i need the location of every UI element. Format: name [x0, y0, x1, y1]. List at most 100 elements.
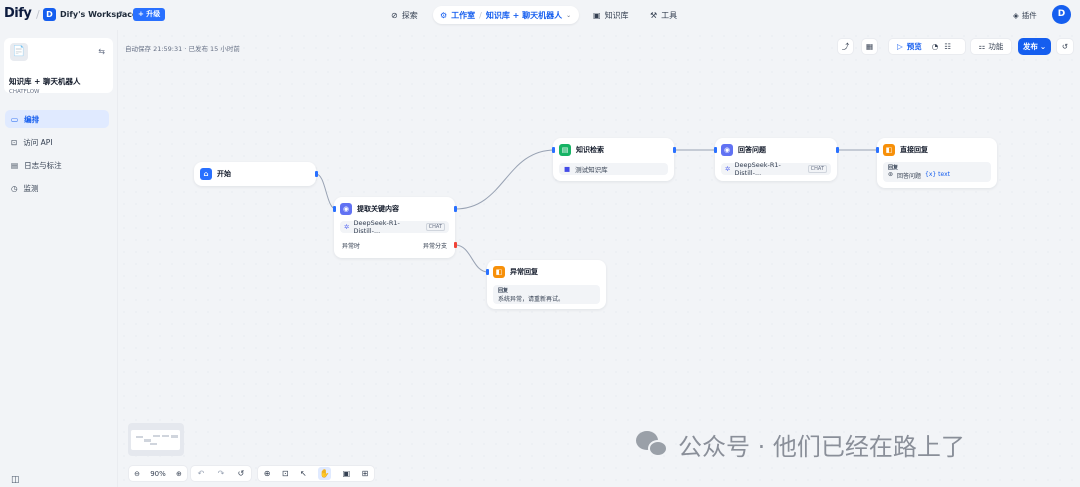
pointer-icon[interactable]: ↖	[300, 469, 307, 478]
export-image-icon[interactable]: ▣	[343, 469, 351, 478]
node-answer-question[interactable]: ◉ 回答问题 ✲ DeepSeek-R1-Distill-... CHAT	[715, 138, 837, 181]
node-title: 直接回复	[900, 146, 928, 154]
nav-tools[interactable]: ⚒ 工具	[650, 8, 677, 22]
history-run-icon[interactable]: ◔	[932, 42, 939, 51]
features-label: 功能	[988, 42, 1004, 51]
nav-explore[interactable]: ⊘ 探索	[391, 8, 418, 22]
zoom-out-icon[interactable]: ⊖	[134, 470, 140, 478]
import-icon[interactable]: ⤴	[837, 38, 854, 55]
output-handle[interactable]	[836, 147, 839, 153]
watermark-text: 公众号 · 他们已经在路上了	[678, 433, 965, 461]
zoom-in-icon[interactable]: ⊕	[176, 470, 182, 478]
sidebar-item-monitor[interactable]: ◷ 监测	[5, 179, 109, 197]
sidebar-item-orchestrate[interactable]: ▭ 编排	[5, 110, 109, 128]
api-icon: ⊡	[11, 137, 18, 147]
node-extract[interactable]: ◉ 提取关键内容 ✲ DeepSeek-R1-Distill-... CHAT …	[334, 197, 455, 258]
llm-ref-icon: ⊛	[888, 171, 894, 178]
features-icon: ⚏	[978, 42, 986, 51]
minimap[interactable]	[128, 423, 184, 456]
hand-icon[interactable]: ✋	[318, 467, 332, 480]
redo-icon[interactable]: ↷	[218, 469, 225, 478]
model-tag: CHAT	[425, 223, 445, 231]
node-title: 回答问题	[738, 146, 766, 154]
history-icon[interactable]: ↺	[1056, 38, 1074, 55]
minimap-node	[150, 443, 157, 445]
workspace-name[interactable]: Dify's Workspace	[60, 10, 137, 19]
sidebar-item-logs[interactable]: ▤ 日志与标注	[5, 156, 109, 174]
input-handle[interactable]	[486, 269, 489, 275]
reply-ref: ⊛ 回答问题 {x} text	[888, 171, 950, 180]
preview-group: ▷ 预览 ◔ ☷	[888, 38, 966, 55]
dataset-row: ■ 测试知识库	[559, 163, 668, 175]
features-button[interactable]: ⚏ 功能	[970, 38, 1012, 55]
app-crumb[interactable]: 知识库 + 聊天机器人	[486, 10, 562, 21]
sidebar-item-label: 编排	[24, 114, 40, 124]
node-error-reply[interactable]: ◧ 异常回复 回复 系统异常，请重新再试。	[487, 260, 606, 309]
minimap-node	[136, 436, 143, 438]
output-handle[interactable]	[673, 147, 676, 153]
input-handle[interactable]	[552, 147, 555, 153]
minimap-node	[162, 435, 169, 437]
env-variables-icon[interactable]: ▦	[861, 38, 878, 55]
workflow-canvas[interactable]	[118, 30, 1080, 487]
sidebar: 📄 ⇆ 知识库 + 聊天机器人 CHATFLOW ▭ 编排 ⊡ 访问 API ▤…	[0, 30, 118, 487]
minimap-viewport	[131, 430, 180, 450]
llm-icon: ◉	[340, 203, 352, 215]
play-icon[interactable]: ▷	[897, 42, 903, 51]
model-row: ✲ DeepSeek-R1-Distill-... CHAT	[340, 219, 449, 235]
llm-icon: ◉	[721, 144, 733, 156]
studio-icon: ⚙	[440, 10, 448, 20]
node-title: 开始	[217, 170, 231, 178]
sidebar-item-api[interactable]: ⊡ 访问 API	[5, 133, 109, 151]
switch-icon[interactable]: ⇆	[98, 47, 105, 56]
nav-studio[interactable]: ⚙ 工作室 / 知识库 + 聊天机器人 ⌄	[433, 6, 579, 24]
app-type: CHATFLOW	[9, 89, 40, 95]
app-icon: 📄	[10, 43, 28, 61]
monitor-icon: ◷	[11, 183, 18, 193]
chevron-down-icon[interactable]: ▾	[119, 9, 123, 17]
node-direct-reply[interactable]: ◧ 直接回复 回复 ⊛ 回答问题 {x} text	[877, 138, 997, 188]
output-handle[interactable]	[315, 171, 318, 177]
node-title: 提取关键内容	[357, 205, 399, 213]
model-name: DeepSeek-R1-Distill-...	[734, 161, 781, 177]
collapse-sidebar-icon[interactable]: ◫	[11, 475, 20, 485]
minimap-node	[153, 435, 160, 437]
input-handle[interactable]	[714, 147, 717, 153]
history-controls: ↶ ↷ ↺	[190, 465, 252, 482]
node-start[interactable]: ⌂ 开始	[194, 162, 316, 186]
cube-icon: ◈	[1013, 11, 1019, 20]
version-history-icon[interactable]: ↺	[238, 469, 245, 478]
log-icon: ▤	[11, 160, 19, 170]
undo-icon[interactable]: ↶	[198, 469, 205, 478]
dify-logo[interactable]: Dify	[4, 6, 32, 21]
chevron-down-icon[interactable]: ⌄	[566, 12, 571, 19]
output-handle[interactable]	[454, 206, 457, 212]
reply-box: 回复 ⊛ 回答问题 {x} text	[883, 162, 991, 182]
zoom-level[interactable]: 90%	[150, 470, 166, 478]
publish-button[interactable]: 发布 ⌄	[1018, 38, 1051, 55]
sidebar-item-label: 访问 API	[23, 137, 53, 147]
node-knowledge[interactable]: ▤ 知识检索 ■ 测试知识库	[553, 138, 674, 181]
model-tag: CHAT	[807, 165, 827, 173]
add-node-icon[interactable]: ⊕	[264, 469, 271, 478]
nav-knowledge[interactable]: ▣ 知识库	[593, 8, 629, 22]
user-avatar[interactable]: D	[1052, 5, 1071, 24]
app-name: 知识库 + 聊天机器人	[9, 77, 81, 86]
model-icon: ✲	[344, 223, 350, 231]
input-handle[interactable]	[333, 206, 336, 212]
plugins-button[interactable]: ◈ 插件	[1013, 10, 1037, 21]
input-handle[interactable]	[876, 147, 879, 153]
upgrade-button[interactable]: + 升级	[133, 8, 166, 21]
error-handle[interactable]	[454, 242, 457, 248]
add-note-icon[interactable]: ⊡	[282, 469, 289, 478]
node-title: 知识检索	[576, 146, 604, 154]
workspace-avatar[interactable]: D	[43, 8, 56, 21]
home-icon: ⌂	[200, 168, 212, 180]
sidebar-item-label: 监测	[23, 183, 39, 193]
app-info-card[interactable]: 📄 ⇆ 知识库 + 聊天机器人 CHATFLOW	[4, 38, 113, 95]
top-bar: Dify / D Dify's Workspace ▾ + 升级 ⊘ 探索 ⚙ …	[0, 0, 1080, 30]
organize-icon[interactable]: ⊞	[362, 469, 369, 478]
error-branch-label: 异常分支	[422, 243, 447, 250]
checklist-icon[interactable]: ☷	[944, 42, 951, 51]
preview-button[interactable]: 预览	[907, 41, 922, 52]
